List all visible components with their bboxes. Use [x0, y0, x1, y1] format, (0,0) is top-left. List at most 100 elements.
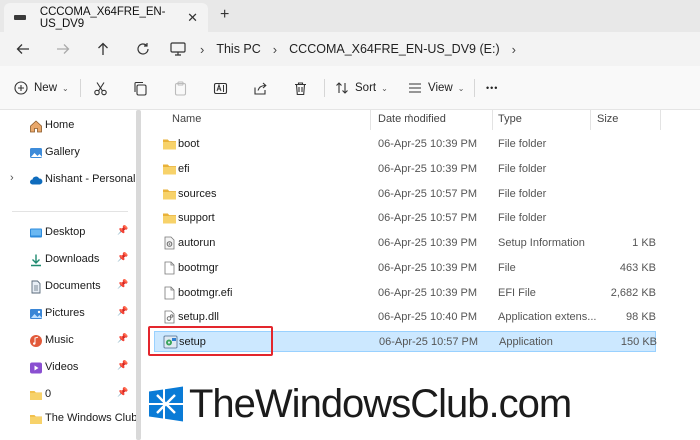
chevron-down-icon: ⌄ — [457, 83, 465, 93]
toolbar-divider — [474, 79, 475, 97]
watermark: TheWindowsClub.com — [148, 380, 572, 428]
chevron-right-icon[interactable]: › — [10, 172, 14, 184]
file-type: File — [498, 262, 516, 274]
pin-icon[interactable]: 📌 — [117, 225, 128, 236]
windows-logo-icon — [149, 386, 183, 422]
back-button[interactable] — [12, 38, 34, 60]
column-date-modified[interactable]: Date modified — [378, 113, 446, 125]
column-divider[interactable] — [590, 110, 591, 130]
breadcrumb-this-pc[interactable]: This PC — [216, 42, 260, 56]
desktop-icon — [30, 228, 42, 238]
column-divider[interactable] — [492, 110, 493, 130]
sidebar-item-label: Documents — [45, 280, 101, 292]
folder-icon — [163, 164, 176, 175]
sidebar-item-label: Videos — [45, 361, 79, 373]
file-type: File folder — [498, 138, 547, 150]
sidebar-item-label: The Windows Club — [45, 412, 138, 424]
chevron-down-icon: ⌄ — [62, 83, 69, 93]
sort-label: Sort — [355, 82, 377, 94]
pin-icon[interactable]: 📌 — [117, 387, 128, 398]
table-row[interactable]: efi 06-Apr-25 10:39 PM File folder — [154, 159, 656, 180]
tab-active[interactable]: CCCOMA_X64FRE_EN-US_DV9 ✕ — [4, 3, 208, 32]
sidebar-item-videos[interactable]: Videos 📌 — [0, 357, 130, 379]
arrow-right-icon — [57, 44, 70, 54]
chevron-down-icon: ⌄ — [381, 83, 388, 93]
table-row[interactable]: support 06-Apr-25 10:57 PM File folder — [154, 208, 656, 229]
table-row[interactable]: boot 06-Apr-25 10:39 PM File folder — [154, 134, 656, 155]
pin-icon[interactable]: 📌 — [117, 252, 128, 263]
sidebar-item-label: Pictures — [45, 307, 85, 319]
address-bar[interactable]: › This PC › CCCOMA_X64FRE_EN-US_DV9 (E:)… — [170, 32, 528, 66]
rename-button[interactable] — [213, 78, 228, 98]
table-row[interactable]: autorun 06-Apr-25 10:39 PM Setup Informa… — [154, 233, 656, 254]
sidebar-item-music[interactable]: Music 📌 — [0, 330, 130, 352]
command-bar: New ⌄ Sort ⌄ View ⌄ ••• — [0, 66, 700, 110]
file-type: EFI File — [498, 287, 536, 299]
sidebar-item-label: Desktop — [45, 226, 86, 238]
file-name: bootmgr — [178, 262, 219, 274]
pin-icon[interactable]: 📌 — [117, 333, 128, 344]
more-options-button[interactable]: ••• — [486, 78, 498, 98]
sidebar-item-downloads[interactable]: Downloads 📌 — [0, 249, 130, 271]
file-date: 06-Apr-25 10:39 PM — [378, 237, 478, 249]
sort-button[interactable]: Sort ⌄ — [335, 78, 388, 98]
table-row[interactable]: setup.dll 06-Apr-25 10:40 PM Application… — [154, 307, 656, 328]
column-type[interactable]: Type — [498, 113, 522, 125]
sidebar-item-desktop[interactable]: Desktop 📌 — [0, 222, 130, 244]
table-row[interactable]: bootmgr.efi 06-Apr-25 10:39 PM EFI File … — [154, 283, 656, 304]
file-name: bootmgr.efi — [178, 287, 233, 299]
column-divider[interactable] — [370, 110, 371, 130]
sidebar-item-folder-0[interactable]: 0 📌 — [0, 384, 130, 406]
pin-icon[interactable]: 📌 — [117, 360, 128, 371]
copy-button[interactable] — [133, 78, 148, 98]
breadcrumb-drive[interactable]: CCCOMA_X64FRE_EN-US_DV9 (E:) — [289, 42, 499, 56]
column-name[interactable]: Name — [172, 113, 201, 125]
plus-circle-icon — [14, 81, 28, 95]
forward-button[interactable] — [52, 38, 74, 60]
file-date: 06-Apr-25 10:39 PM — [378, 163, 478, 175]
folder-icon — [30, 415, 42, 424]
pictures-icon — [30, 309, 42, 319]
navigation-pane: Home Gallery › Nishant - Personal Deskto… — [0, 110, 137, 440]
drive-icon — [14, 15, 26, 20]
file-type: Setup Information — [498, 237, 585, 249]
sidebar-item-onedrive[interactable]: › Nishant - Personal — [0, 169, 136, 191]
sidebar-item-label: Music — [45, 334, 74, 346]
close-tab-icon[interactable]: ✕ — [187, 10, 198, 26]
refresh-button[interactable] — [132, 38, 154, 60]
new-tab-button[interactable]: + — [220, 6, 229, 24]
cut-button[interactable] — [93, 78, 108, 98]
file-date: 06-Apr-25 10:57 PM — [379, 336, 479, 348]
table-row[interactable]: sources 06-Apr-25 10:57 PM File folder — [154, 184, 656, 205]
sidebar-item-label: Home — [45, 119, 75, 131]
up-button[interactable] — [92, 38, 114, 60]
new-label: New — [34, 82, 58, 94]
share-button[interactable] — [253, 78, 268, 98]
pin-icon[interactable]: 📌 — [117, 306, 128, 317]
new-button[interactable]: New ⌄ — [14, 78, 69, 98]
pin-icon[interactable]: 📌 — [117, 279, 128, 290]
toolbar-divider — [80, 79, 81, 97]
paste-button[interactable] — [173, 78, 188, 98]
toolbar-divider — [324, 79, 325, 97]
view-button[interactable]: View ⌄ — [408, 78, 464, 98]
folder-icon — [163, 213, 176, 224]
sidebar-item-gallery[interactable]: Gallery — [0, 142, 130, 164]
sidebar-item-home[interactable]: Home — [0, 115, 130, 137]
delete-button[interactable] — [293, 78, 308, 98]
column-size[interactable]: Size — [597, 113, 618, 125]
table-row[interactable]: bootmgr 06-Apr-25 10:39 PM File 463 KB — [154, 258, 656, 279]
file-name: boot — [178, 138, 200, 150]
breadcrumb-separator[interactable]: › — [512, 42, 516, 57]
sidebar-item-the-windows-club[interactable]: The Windows Club — [0, 408, 137, 430]
tab-title: CCCOMA_X64FRE_EN-US_DV9 — [39, 5, 166, 30]
sidebar-item-pictures[interactable]: Pictures 📌 — [0, 303, 130, 325]
sidebar-scrollbar[interactable] — [136, 110, 141, 440]
music-icon — [30, 335, 42, 347]
sidebar-item-documents[interactable]: Documents 📌 — [0, 276, 130, 298]
column-divider[interactable] — [660, 110, 661, 130]
file-name: efi — [178, 163, 190, 175]
arrow-up-icon — [98, 42, 108, 55]
dll-icon — [164, 310, 175, 324]
watermark-text: TheWindowsClub.com — [189, 382, 572, 426]
